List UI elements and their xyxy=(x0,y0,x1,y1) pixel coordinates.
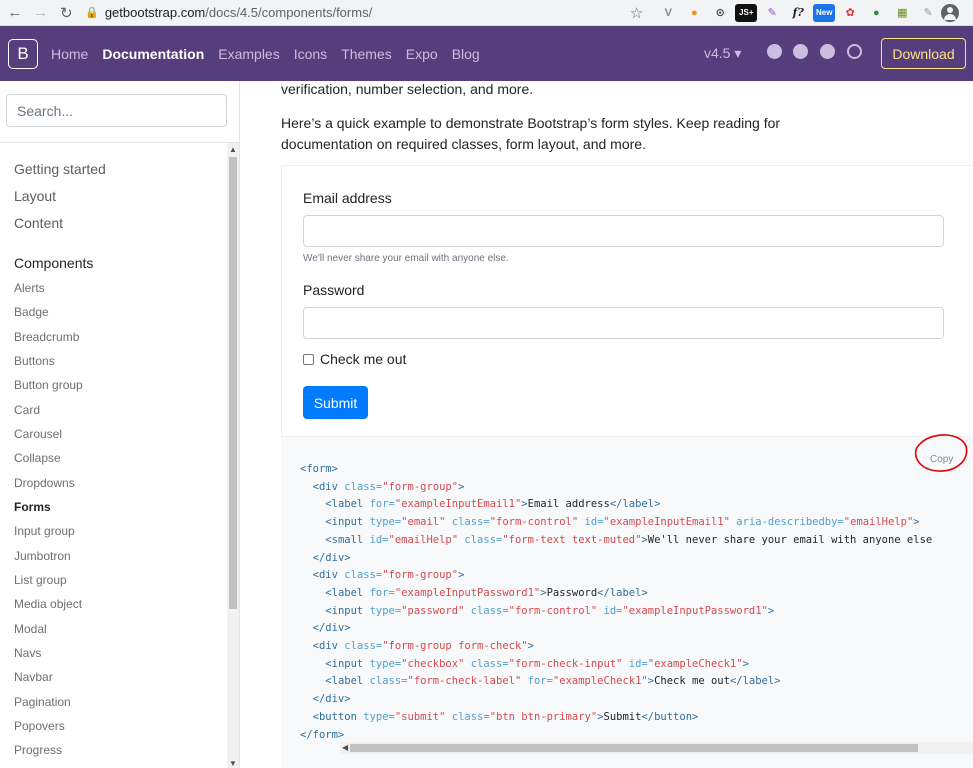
sidebar-item-forms[interactable]: Forms xyxy=(14,500,51,514)
nav-home[interactable]: Home xyxy=(51,46,88,62)
sidebar-item-badge[interactable]: Badge xyxy=(14,305,49,319)
url-path: /docs/4.5/components/forms/ xyxy=(205,5,373,20)
form-example: Email address We'll never share your ema… xyxy=(281,165,973,437)
sidebar-item-navbar[interactable]: Navbar xyxy=(14,670,53,684)
extension-edit-icon[interactable]: ✎ xyxy=(917,4,939,22)
sidebar-item-pagination[interactable]: Pagination xyxy=(14,695,71,709)
sidebar-item-dropdowns[interactable]: Dropdowns xyxy=(14,476,75,490)
sidebar-item-jumbotron[interactable]: Jumbotron xyxy=(14,549,71,563)
intro-paragraph: Here’s a quick example to demonstrate Bo… xyxy=(281,115,781,152)
password-field[interactable] xyxy=(303,307,944,339)
nav-themes[interactable]: Themes xyxy=(341,46,392,62)
sidebar-item-list-group[interactable]: List group xyxy=(14,573,67,587)
sidebar-item-content[interactable]: Content xyxy=(14,215,63,231)
email-label: Email address xyxy=(303,190,392,206)
copy-button[interactable]: Copy xyxy=(930,454,953,465)
extension-new-icon[interactable]: New xyxy=(813,3,836,22)
sidebar-item-carousel[interactable]: Carousel xyxy=(14,427,62,441)
code-snippet: Copy <form> <div class="form-group"> <la… xyxy=(281,434,973,768)
email-field[interactable] xyxy=(303,215,944,247)
slack-icon[interactable] xyxy=(820,44,835,59)
sidebar-item-buttons[interactable]: Buttons xyxy=(14,354,55,368)
scroll-left-icon[interactable]: ◀ xyxy=(342,743,348,752)
sidebar-item-alerts[interactable]: Alerts xyxy=(14,281,45,295)
profile-avatar-icon[interactable] xyxy=(941,3,960,22)
sidebar-item-card[interactable]: Card xyxy=(14,403,40,417)
sidebar-item-media-object[interactable]: Media object xyxy=(14,597,82,611)
sidebar-heading-components[interactable]: Components xyxy=(14,255,93,271)
main-content: verification, number selection, and more… xyxy=(241,81,973,768)
docs-sidebar: Search... Getting started Layout Content… xyxy=(0,81,240,768)
sidebar-item-popovers[interactable]: Popovers xyxy=(14,719,65,733)
sidebar-item-layout[interactable]: Layout xyxy=(14,188,56,204)
sidebar-item-button-group[interactable]: Button group xyxy=(14,378,83,392)
submit-button[interactable]: Submit xyxy=(303,386,368,419)
reload-icon[interactable]: ↻ xyxy=(55,2,77,24)
address-bar[interactable]: 🔒 getbootstrap.com/docs/4.5/components/f… xyxy=(85,1,650,24)
nav-blog[interactable]: Blog xyxy=(452,46,480,62)
nav-expo[interactable]: Expo xyxy=(406,46,438,62)
code-scrollbar[interactable]: ◀ ▶ xyxy=(340,742,973,754)
back-icon[interactable]: ← xyxy=(4,2,26,24)
sidebar-item-modal[interactable]: Modal xyxy=(14,622,47,636)
main-nav: Home Documentation Examples Icons Themes… xyxy=(51,46,494,62)
sidebar-item-getting-started[interactable]: Getting started xyxy=(14,161,106,177)
extension-green-icon[interactable]: ● xyxy=(865,4,887,22)
browser-toolbar: ← → ↻ 🔒 getbootstrap.com/docs/4.5/compon… xyxy=(0,0,973,26)
nav-icons[interactable]: Icons xyxy=(294,46,327,62)
nav-documentation[interactable]: Documentation xyxy=(102,46,204,62)
extension-flower-icon[interactable]: ✿ xyxy=(839,4,861,22)
url-host: getbootstrap.com xyxy=(104,5,206,20)
sidebar-item-input-group[interactable]: Input group xyxy=(14,524,75,538)
nav-examples[interactable]: Examples xyxy=(218,46,279,62)
check-me-out-checkbox[interactable] xyxy=(303,354,314,365)
extension-circle-icon[interactable]: ⊙ xyxy=(709,4,731,22)
sidebar-scrollbar[interactable]: ▲ ▼ xyxy=(227,143,239,768)
sidebar-scroll-thumb[interactable] xyxy=(229,157,237,609)
site-navbar: B Home Documentation Examples Icons Them… xyxy=(0,26,973,81)
scroll-up-icon[interactable]: ▲ xyxy=(229,145,237,154)
search-input[interactable]: Search... xyxy=(6,94,227,127)
bootstrap-logo[interactable]: B xyxy=(8,38,38,69)
twitter-icon[interactable] xyxy=(793,44,808,59)
sidebar-item-progress[interactable]: Progress xyxy=(14,743,62,757)
bookmark-star-icon[interactable]: ☆ xyxy=(630,4,643,22)
lock-icon: 🔒 xyxy=(85,7,99,19)
password-label: Password xyxy=(303,282,365,298)
sidebar-item-navs[interactable]: Navs xyxy=(14,646,41,660)
code-scroll-thumb[interactable] xyxy=(350,744,918,752)
code-block: <form> <div class="form-group"> <label f… xyxy=(300,463,933,741)
forward-icon[interactable]: → xyxy=(30,2,52,24)
email-help-text: We'll never share your email with anyone… xyxy=(303,253,509,264)
extension-dot-icon[interactable]: ● xyxy=(683,4,705,22)
extension-grid-icon[interactable]: ▦ xyxy=(891,4,913,22)
extension-v-icon[interactable]: V xyxy=(657,4,679,22)
scroll-down-icon[interactable]: ▼ xyxy=(229,759,237,768)
github-icon[interactable] xyxy=(767,44,782,59)
sidebar-item-breadcrumb[interactable]: Breadcrumb xyxy=(14,330,79,344)
download-button[interactable]: Download xyxy=(881,38,966,69)
opencollective-icon[interactable] xyxy=(847,44,862,59)
extension-formula-icon[interactable]: f? xyxy=(787,4,809,22)
extensions-bar: V ● ⊙ JS+ ✎ f? New ✿ ● ▦ ✎ xyxy=(655,3,941,22)
extension-pen-icon[interactable]: ✎ xyxy=(761,4,783,22)
check-me-out-label[interactable]: Check me out xyxy=(320,351,406,367)
lead-text-fragment: verification, number selection, and more… xyxy=(281,81,534,97)
sidebar-item-collapse[interactable]: Collapse xyxy=(14,451,61,465)
version-dropdown[interactable]: v4.5 ▾ xyxy=(704,45,741,62)
sidebar-divider xyxy=(0,142,239,143)
extension-jsplus-icon[interactable]: JS+ xyxy=(735,3,758,22)
